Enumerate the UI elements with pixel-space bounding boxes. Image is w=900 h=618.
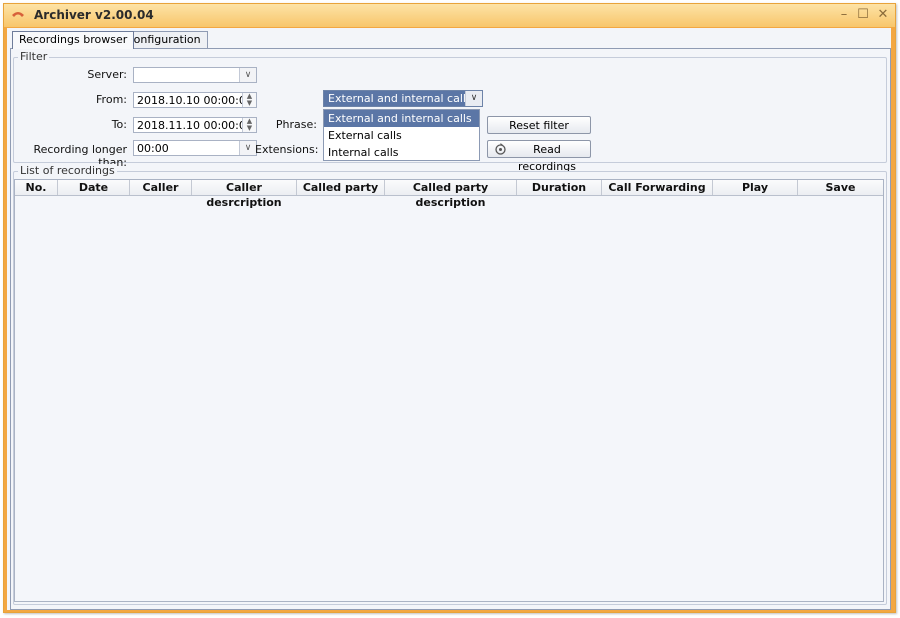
col-duration[interactable]: Duration <box>517 180 602 195</box>
tab-recordings-browser[interactable]: Recordings browser <box>12 31 135 49</box>
reset-filter-button[interactable]: Reset filter <box>487 116 591 134</box>
server-label: Server: <box>87 68 127 81</box>
recording-longer-select[interactable]: 00:00 ∨ <box>133 140 257 156</box>
close-icon[interactable]: ✕ <box>875 7 891 23</box>
phrase-label: Phrase: <box>275 118 317 131</box>
window-title: Archiver v2.00.04 <box>34 8 154 22</box>
filter-legend: Filter <box>18 50 50 63</box>
read-recordings-label: Read recordings <box>518 143 576 173</box>
col-play[interactable]: Play <box>713 180 798 195</box>
option-external[interactable]: External calls <box>324 127 479 144</box>
from-datetime-input[interactable]: 2018.10.10 00:00:00 ▲ ▼ <box>133 92 257 108</box>
chevron-down-icon[interactable]: ∨ <box>239 68 256 82</box>
maximize-icon[interactable]: ☐ <box>855 7 871 23</box>
to-label: To: <box>111 118 127 131</box>
option-external-and-internal[interactable]: External and internal calls <box>324 110 479 127</box>
col-called-party-description[interactable]: Called party description <box>385 180 517 209</box>
col-call-forwarding[interactable]: Call Forwarding <box>602 180 713 195</box>
recordings-legend: List of recordings <box>18 164 117 177</box>
spinner-icon[interactable]: ▲ ▼ <box>242 93 256 107</box>
refresh-icon <box>495 143 506 155</box>
recording-longer-value: 00:00 <box>137 142 169 155</box>
col-no[interactable]: No. <box>15 180 58 195</box>
from-label: From: <box>96 93 127 106</box>
spinner-icon[interactable]: ▲ ▼ <box>242 118 256 132</box>
recordings-table[interactable]: No. Date Caller Caller desrcription Call… <box>14 179 884 602</box>
server-select[interactable]: ∨ <box>133 67 257 83</box>
table-header: No. Date Caller Caller desrcription Call… <box>15 180 883 209</box>
col-caller[interactable]: Caller <box>130 180 192 195</box>
read-recordings-button[interactable]: Read recordings <box>487 140 591 173</box>
option-internal[interactable]: Internal calls <box>324 144 479 161</box>
col-save[interactable]: Save <box>798 180 883 195</box>
call-type-value: External and internal calls <box>328 92 472 105</box>
to-value: 2018.11.10 00:00:00 <box>137 119 253 132</box>
col-called-party[interactable]: Called party <box>297 180 385 195</box>
call-type-options: External and internal calls External cal… <box>323 109 480 161</box>
from-value: 2018.10.10 00:00:00 <box>137 94 253 107</box>
to-datetime-input[interactable]: 2018.11.10 00:00:00 ▲ ▼ <box>133 117 257 133</box>
minimize-icon[interactable]: – <box>836 7 852 23</box>
phone-icon <box>12 12 24 17</box>
call-type-select[interactable]: External and internal calls ∨ <box>323 90 483 107</box>
title-bar[interactable]: Archiver v2.00.04 – ☐ ✕ <box>4 4 895 27</box>
chevron-down-icon[interactable]: ∨ <box>465 91 482 106</box>
col-date[interactable]: Date <box>58 180 130 195</box>
extensions-label: Extensions: <box>255 143 319 156</box>
col-caller-description[interactable]: Caller desrcription <box>192 180 297 209</box>
chevron-down-icon[interactable]: ∨ <box>239 141 256 155</box>
